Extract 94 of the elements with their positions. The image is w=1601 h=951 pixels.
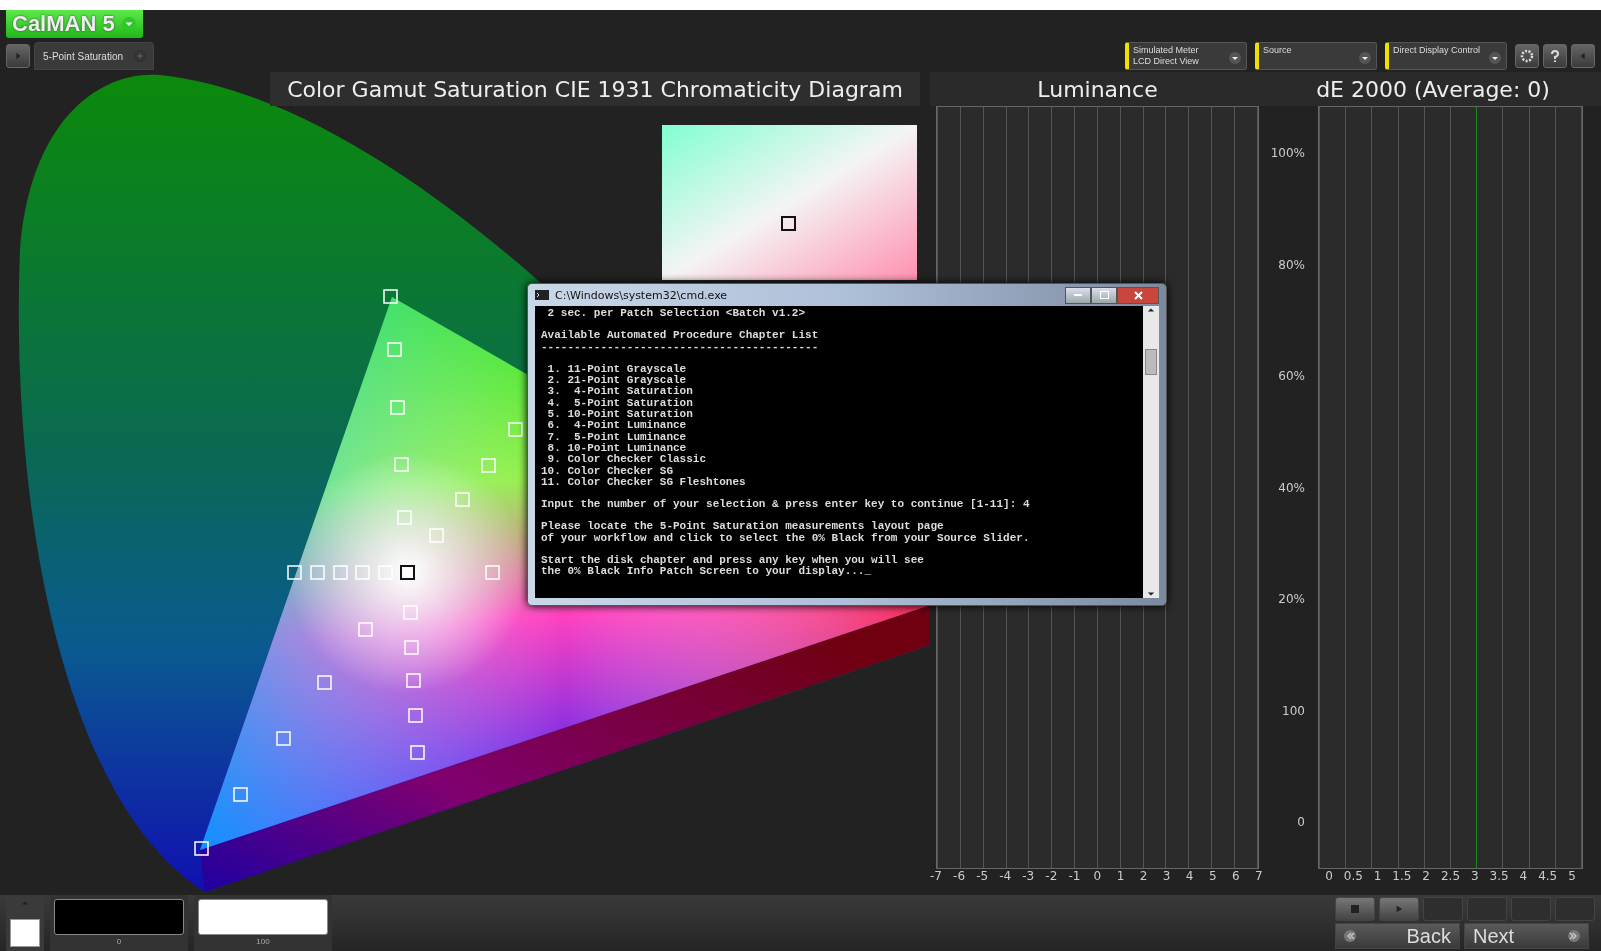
console-icon xyxy=(535,290,549,300)
minimize-icon xyxy=(1074,293,1082,297)
axis-label: 5 xyxy=(1567,869,1577,885)
axis-label: -3 xyxy=(1021,869,1036,885)
double-chevron-icon xyxy=(1344,930,1356,942)
caret-icon xyxy=(1228,51,1242,65)
caret-icon xyxy=(1488,51,1502,65)
axis-label: 3.5 xyxy=(1488,869,1510,885)
console-line: 5. 10-Point Saturation xyxy=(546,409,694,421)
maximize-icon xyxy=(1099,291,1109,299)
axis-label: 3 xyxy=(1161,869,1172,885)
question-icon xyxy=(1548,49,1562,63)
gear-icon xyxy=(1520,49,1534,63)
console-line: the 0% Black Info Patch Screen to your display..._ xyxy=(541,566,873,578)
play-icon xyxy=(14,52,22,60)
axis-label: 2 xyxy=(1421,869,1431,885)
axis-label: -4 xyxy=(998,869,1013,885)
axis-label: 100 xyxy=(1282,703,1305,718)
back-button[interactable]: Back xyxy=(1335,923,1460,949)
console-line: 7. 5-Point Luminance xyxy=(546,431,688,443)
axis-label: 20% xyxy=(1278,592,1305,606)
axis-label: 0 xyxy=(1324,869,1334,885)
minimize-button[interactable] xyxy=(1065,286,1091,304)
scroll-thumb[interactable] xyxy=(1145,349,1157,375)
axis-label: 60% xyxy=(1278,369,1305,383)
window-title: C:\Windows\system32\cmd.exe xyxy=(555,288,728,302)
close-icon xyxy=(1133,290,1143,300)
left-triangle-icon xyxy=(1579,52,1587,60)
toolbar-dropdown[interactable]: Source xyxy=(1255,42,1377,70)
console-line: 3. 4-Point Saturation xyxy=(546,386,694,398)
axis-label: -7 xyxy=(929,869,943,885)
maximize-button[interactable] xyxy=(1091,286,1117,304)
source-patch[interactable]: 0 xyxy=(50,895,188,951)
console-line: 2 sec. per Patch Selection <Batch v1.2> xyxy=(546,308,807,320)
axis-label: 3 xyxy=(1469,869,1480,885)
axis-label: 7 xyxy=(1254,869,1264,885)
expand-button[interactable] xyxy=(6,44,30,68)
stop-icon xyxy=(1350,904,1360,914)
axis-label: 5 xyxy=(1207,869,1218,885)
console-line: 2. 21-Point Grayscale xyxy=(546,375,687,387)
axis-label: 4 xyxy=(1518,869,1529,885)
caret-icon xyxy=(120,16,137,32)
axis-label: -5 xyxy=(975,869,990,885)
axis-label: -6 xyxy=(952,869,967,885)
axis-label: 0 xyxy=(1297,815,1305,829)
workflow-tab[interactable]: 5-Point Saturation xyxy=(34,42,155,70)
axis-label: 2 xyxy=(1138,869,1149,885)
axis-label: 100% xyxy=(1270,146,1305,160)
axis-label: 0.5 xyxy=(1342,869,1364,885)
settings-button[interactable] xyxy=(1515,44,1539,68)
axis-label: 6 xyxy=(1231,869,1241,885)
add-icon xyxy=(133,49,148,63)
down-triangle-icon xyxy=(1147,590,1155,598)
console-line: 8. 10-Point Luminance xyxy=(546,442,688,454)
toolbar-dropdown[interactable]: Simulated Meter LCD Direct View xyxy=(1125,42,1247,70)
scrollbar[interactable] xyxy=(1143,306,1159,598)
play-icon xyxy=(1395,905,1403,913)
chart-title: dE 2000 (Average: 0) xyxy=(1265,72,1601,106)
axis-label: 2.5 xyxy=(1439,869,1462,885)
play-button[interactable] xyxy=(1379,897,1419,921)
axis-label: -1 xyxy=(1067,869,1082,885)
up-triangle-icon xyxy=(1147,306,1155,314)
axis-label: 0 xyxy=(1092,869,1103,885)
axis-label: 1 xyxy=(1372,869,1383,885)
up-triangle-icon xyxy=(21,899,29,907)
axis-label: 1.5 xyxy=(1391,869,1413,885)
console-line: Input the number of your selection & press enter key to continue [1-11]: 4 xyxy=(541,497,1031,511)
console-line: 11. Color Checker SG Fleshtones xyxy=(541,476,747,489)
axis-label: 40% xyxy=(1278,480,1305,495)
console-line: of your workflow and click to select the 0% Black from your Source Slider. xyxy=(541,532,1031,545)
toolbar-dropdown[interactable]: Direct Display Control xyxy=(1385,42,1507,70)
next-button[interactable]: Next xyxy=(1464,923,1589,949)
axis-label: 80% xyxy=(1278,257,1305,272)
console-line: 6. 4-Point Luminance xyxy=(546,420,688,432)
chart-title: Color Gamut Saturation CIE 1931 Chromaticity Diagram xyxy=(270,72,920,106)
console-line: Available Automated Procedure Chapter List xyxy=(541,328,820,342)
axis-label: 4.5 xyxy=(1537,869,1559,885)
close-button[interactable] xyxy=(1117,286,1159,304)
help-button[interactable] xyxy=(1543,44,1567,68)
console-line: ------------------------------------------ xyxy=(541,341,820,353)
axis-label: 4 xyxy=(1184,869,1195,885)
stop-button[interactable] xyxy=(1335,897,1375,921)
console-line: Please locate the 5-Point Saturation measurements layout page xyxy=(541,519,945,533)
chart-title: Luminance xyxy=(930,72,1265,106)
axis-label: 1 xyxy=(1115,869,1126,885)
console-line: 4. 5-Point Saturation xyxy=(546,397,694,409)
caret-icon xyxy=(1358,51,1372,65)
console-line: Start the disk chapter and press any key when you will see xyxy=(541,553,925,567)
console-line: 9. Color Checker Classic xyxy=(546,454,708,466)
double-chevron-icon xyxy=(1568,930,1580,942)
source-patch[interactable]: 100 xyxy=(194,895,332,951)
console-line: 1. 11-Point Grayscale xyxy=(546,361,688,376)
axis-label: -2 xyxy=(1044,869,1059,885)
console-line: 10. Color Checker SG xyxy=(541,465,675,477)
